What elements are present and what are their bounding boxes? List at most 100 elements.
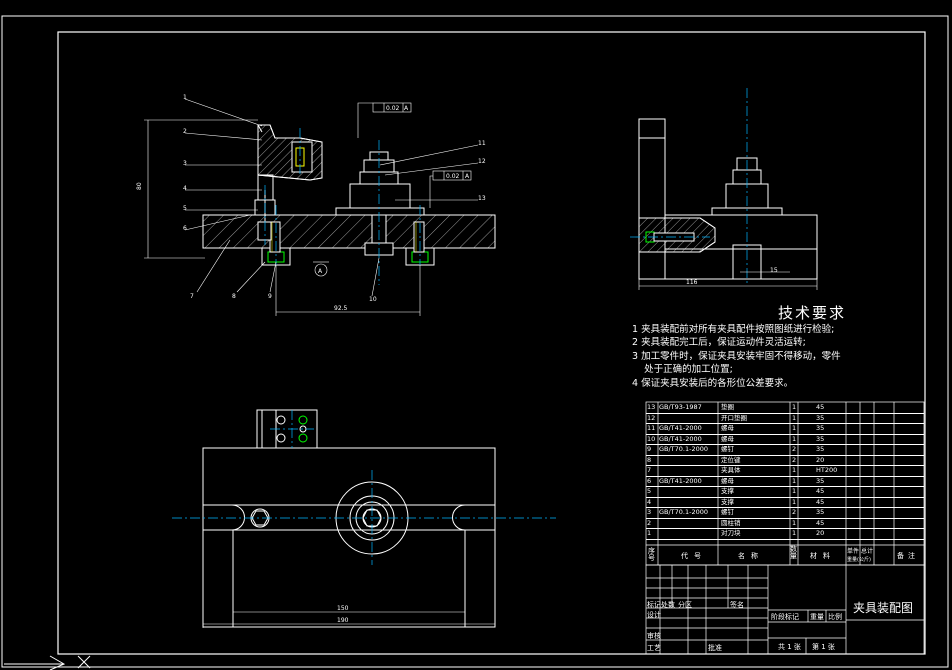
bom-cell-qty: 1 bbox=[792, 424, 797, 432]
bom-header-single: 单件 bbox=[847, 548, 860, 555]
tb-review: 审核 bbox=[647, 632, 661, 640]
balloon-11: 11 bbox=[478, 140, 486, 147]
bom-cell-code: GB/T41-2000 bbox=[659, 476, 702, 485]
balloon-9: 9 bbox=[268, 293, 272, 300]
ucs-icon bbox=[4, 655, 91, 670]
bom-cell-no: 10 bbox=[647, 434, 656, 443]
bom-cell-material: 45 bbox=[816, 403, 825, 411]
bom-cell-code: GB/T70.1-2000 bbox=[659, 445, 709, 453]
tol-datum-1: A bbox=[404, 105, 409, 112]
bom-cell-material: 20 bbox=[816, 455, 825, 464]
tech-requirement-1: 1 夹具装配前对所有夹具配件按照图纸进行检验; bbox=[632, 323, 835, 335]
tech-requirement-3-cont: 处于正确的加工位置; bbox=[632, 364, 733, 375]
balloon-6: 6 bbox=[183, 225, 187, 232]
bom-cell-no: 1 bbox=[647, 529, 652, 537]
front-view bbox=[202, 124, 496, 266]
bom-cell-no: 7 bbox=[647, 466, 652, 474]
bom-cell-name: 夹具体 bbox=[721, 466, 741, 474]
bom-row: 1 对刀块 1 20 bbox=[646, 528, 924, 540]
bom-cell-code: GB/T70.1-2000 bbox=[659, 508, 709, 516]
bom-cell-no: 11 bbox=[647, 424, 656, 432]
bom-cell-name: 螺母 bbox=[721, 476, 734, 485]
tb-zone: 分区 bbox=[678, 601, 692, 609]
bom-cell-no: 6 bbox=[647, 476, 652, 485]
bom-cell-qty: 2 bbox=[792, 445, 797, 453]
tech-requirements-title: 技术要求 bbox=[777, 304, 846, 322]
bom-cell-material: 45 bbox=[816, 518, 825, 527]
dim-92-5: 92.5 bbox=[334, 305, 348, 312]
bom-cell-name: 螺母 bbox=[721, 424, 734, 432]
tech-requirement-2: 2 夹具装配完工后，保证运动件灵活运转; bbox=[632, 337, 806, 348]
tol-datum-2: A bbox=[465, 173, 470, 180]
bom-cell-no: 5 bbox=[647, 487, 652, 495]
side-view bbox=[638, 118, 818, 280]
balloon-2: 2 bbox=[183, 128, 187, 135]
bom-cell-no: 8 bbox=[647, 455, 652, 464]
bom-cell-qty: 1 bbox=[792, 518, 797, 527]
bom-cell-material: 35 bbox=[816, 413, 825, 422]
bom-header-remark: 备注 bbox=[897, 552, 919, 560]
bom-header-total: 总计 bbox=[861, 548, 874, 555]
tb-scale: 比例 bbox=[828, 613, 842, 621]
side-view-dimensions bbox=[638, 271, 818, 290]
bom-cell-no: 3 bbox=[647, 508, 652, 516]
bom-cell-material: 35 bbox=[816, 445, 825, 453]
bom-cell-material: 35 bbox=[816, 434, 825, 443]
bom-cell-no: 4 bbox=[647, 497, 652, 506]
bom-cell-no: 12 bbox=[647, 413, 656, 422]
tb-mark: 标记 bbox=[647, 601, 661, 609]
bom-cell-name: 螺母 bbox=[721, 434, 734, 443]
bom-cell-material: 45 bbox=[816, 497, 825, 506]
bom-cell-code: GB/T41-2000 bbox=[659, 434, 702, 443]
bom-header-material: 材料 bbox=[810, 552, 836, 560]
bom-header-qty: 数量 bbox=[790, 545, 797, 560]
balloon-12: 12 bbox=[478, 158, 486, 165]
tb-weight: 重量 bbox=[810, 613, 824, 621]
tb-design: 设计 bbox=[647, 611, 661, 619]
bom-header-weight: 重量(公斤) bbox=[847, 557, 871, 563]
tol-value-1: 0.02 bbox=[386, 105, 400, 112]
balloon-10: 10 bbox=[369, 296, 377, 303]
balloon-1: 1 bbox=[183, 94, 187, 101]
tb-sheets: 共 1 张 bbox=[778, 643, 801, 651]
drawing-title: 夹具装配图 bbox=[853, 601, 914, 615]
bom-cell-name: 螺钉 bbox=[721, 445, 734, 453]
bom-cell-name: 开口垫圈 bbox=[721, 413, 747, 422]
bom-header-name: 名称 bbox=[738, 552, 764, 560]
top-view-centerlines bbox=[172, 410, 556, 565]
front-view-balloon-labels: 1 2 3 4 5 6 7 8 9 10 11 12 13 80 92.5 0.… bbox=[136, 94, 486, 312]
bom-cell-no: 9 bbox=[647, 445, 652, 453]
bom-cell-qty: 1 bbox=[792, 487, 797, 495]
top-view-dimensions bbox=[202, 611, 495, 628]
bom-cell-qty: 1 bbox=[792, 497, 797, 506]
bom-cell-material: 35 bbox=[816, 424, 825, 432]
dim-80: 80 bbox=[136, 182, 143, 190]
balloon-8: 8 bbox=[232, 293, 236, 300]
balloon-13: 13 bbox=[478, 195, 486, 202]
bom-cell-no: 2 bbox=[647, 518, 652, 527]
top-view bbox=[202, 409, 496, 628]
tb-approve: 批准 bbox=[708, 644, 722, 652]
bom-header-code: 代号 bbox=[681, 552, 707, 560]
dim-190: 190 bbox=[337, 617, 349, 624]
bom-cell-name: 螺钉 bbox=[721, 508, 734, 516]
bom-cell-material: 20 bbox=[816, 529, 825, 537]
bom-cell-name: 支撑 bbox=[721, 487, 734, 495]
bom-cell-qty: 1 bbox=[792, 476, 797, 485]
bom-cell-name: 垫圈 bbox=[721, 403, 734, 411]
dim-150: 150 bbox=[337, 605, 349, 612]
tb-sheet-no: 第 1 张 bbox=[812, 643, 835, 651]
bom-cell-code: GB/T93-1987 bbox=[659, 403, 702, 411]
bom-cell-qty: 1 bbox=[792, 466, 797, 474]
bom-cell-qty: 1 bbox=[792, 403, 797, 411]
datum-a-label: A bbox=[318, 268, 323, 275]
tol-value-2: 0.02 bbox=[446, 173, 460, 180]
balloon-7: 7 bbox=[190, 293, 194, 300]
bom-cell-material: 45 bbox=[816, 487, 825, 495]
bom-cell-name: 圆柱销 bbox=[721, 518, 741, 527]
tech-requirement-3: 3 加工零件时，保证夹具安装牢固不得移动，零件 bbox=[632, 350, 841, 362]
tb-process: 工艺 bbox=[647, 644, 661, 652]
dim-116: 116 bbox=[686, 279, 698, 286]
bom-cell-material: 35 bbox=[816, 508, 825, 516]
tb-count: 处数 bbox=[661, 601, 675, 609]
